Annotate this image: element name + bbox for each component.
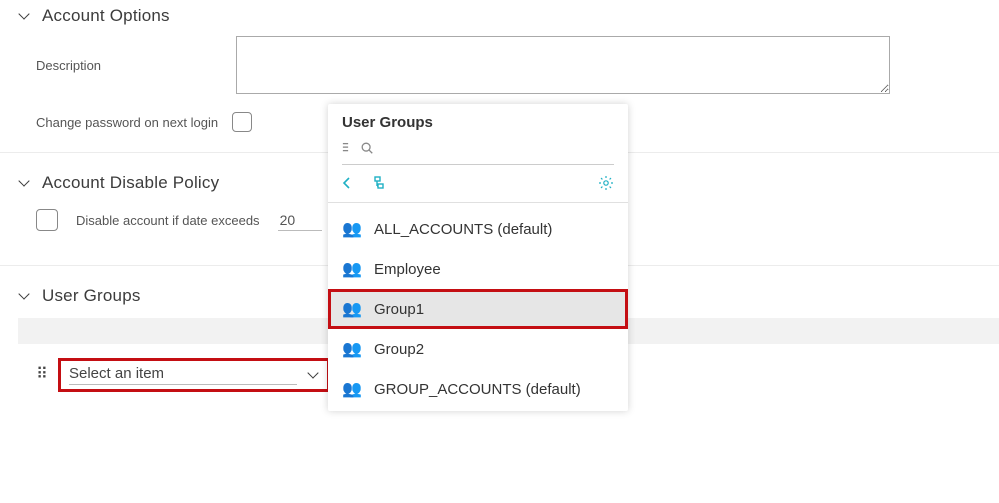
change-password-label: Change password on next login xyxy=(36,115,218,130)
popup-item[interactable]: 👥 GROUP_ACCOUNTS (default) xyxy=(328,369,628,409)
chevron-down-icon xyxy=(18,290,30,302)
list-icon xyxy=(342,141,356,158)
popup-item-label: ALL_ACCOUNTS (default) xyxy=(374,221,552,238)
popup-item[interactable]: 👥 Group1 xyxy=(328,289,628,329)
chevron-down-icon xyxy=(18,177,30,189)
drag-handle-icon[interactable]: ⠿ xyxy=(36,370,50,380)
section-title: Account Disable Policy xyxy=(42,173,219,193)
chevron-down-icon xyxy=(307,369,319,381)
user-group-select[interactable]: Select an item xyxy=(58,358,330,392)
group-icon: 👥 xyxy=(342,219,360,239)
tree-icon[interactable] xyxy=(374,176,390,193)
chevron-down-icon xyxy=(18,10,30,22)
user-groups-popup: User Groups xyxy=(328,104,628,411)
popup-search[interactable] xyxy=(342,141,614,165)
description-input[interactable] xyxy=(236,36,890,94)
popup-item[interactable]: 👥 Group2 xyxy=(328,329,628,369)
search-icon xyxy=(360,141,374,158)
popup-item-label: Employee xyxy=(374,261,441,278)
change-password-checkbox[interactable] xyxy=(232,112,252,132)
description-label: Description xyxy=(36,58,236,73)
section-account-options-header[interactable]: Account Options xyxy=(0,0,999,32)
gear-icon[interactable] xyxy=(598,175,614,194)
disable-account-checkbox[interactable] xyxy=(36,209,58,231)
popup-item-label: Group2 xyxy=(374,341,424,358)
select-placeholder: Select an item xyxy=(69,365,297,385)
popup-item[interactable]: 👥 ALL_ACCOUNTS (default) xyxy=(328,209,628,249)
section-title: User Groups xyxy=(42,286,141,306)
back-icon[interactable] xyxy=(342,176,352,193)
section-title: Account Options xyxy=(42,6,170,26)
popup-list: 👥ALL_ACCOUNTS (default)👥Employee👥Group1👥… xyxy=(328,203,628,411)
popup-item-label: GROUP_ACCOUNTS (default) xyxy=(374,381,581,398)
row-description: Description xyxy=(0,32,999,100)
group-icon: 👥 xyxy=(342,299,360,319)
popup-item-label: Group1 xyxy=(374,301,424,318)
popup-title: User Groups xyxy=(328,114,628,137)
popup-item[interactable]: 👥 Employee xyxy=(328,249,628,289)
popup-toolbar xyxy=(328,167,628,203)
disable-date-input[interactable] xyxy=(278,210,322,231)
disable-account-label: Disable account if date exceeds xyxy=(76,213,260,228)
group-icon: 👥 xyxy=(342,339,360,359)
group-icon: 👥 xyxy=(342,259,360,279)
group-icon: 👥 xyxy=(342,379,360,399)
